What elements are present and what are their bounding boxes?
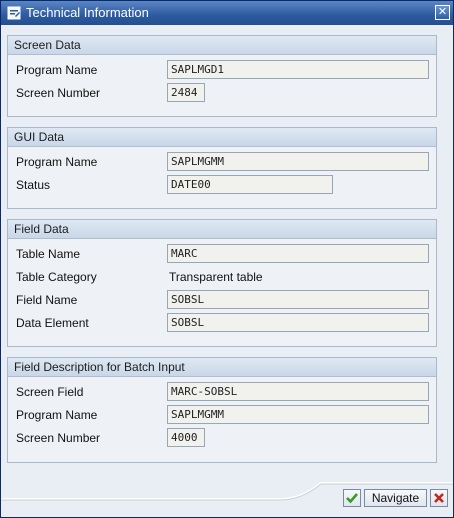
row-table-category: Table Category Transparent table (16, 267, 428, 287)
field-name-field[interactable]: SOBSL (167, 290, 429, 309)
window-info-icon (7, 6, 21, 20)
program-name-label: Program Name (16, 63, 98, 77)
screen-number-field[interactable]: 4000 (167, 428, 205, 447)
table-category-label: Table Category (16, 270, 97, 284)
row-status: Status DATE00 (16, 175, 428, 195)
group-title: GUI Data (8, 128, 436, 147)
data-element-field[interactable]: SOBSL (167, 313, 429, 332)
row-program-name: Program Name SAPLMGMM (16, 152, 429, 172)
program-name-label: Program Name (16, 155, 98, 169)
group-title: Field Description for Batch Input (8, 358, 436, 377)
cancel-x-icon (434, 493, 444, 503)
status-label: Status (16, 178, 51, 192)
row-data-element: Data Element SOBSL (16, 313, 429, 333)
screen-field-field[interactable]: MARC-SOBSL (167, 382, 429, 401)
row-table-name: Table Name MARC (16, 244, 429, 264)
cancel-button[interactable] (430, 489, 448, 507)
screen-field-label: Screen Field (16, 385, 84, 399)
window-title: Technical Information (26, 5, 149, 20)
table-name-field[interactable]: MARC (167, 244, 429, 263)
table-name-label: Table Name (16, 247, 81, 261)
title-bar[interactable]: Technical Information ✕ (1, 1, 453, 25)
screen-number-label: Screen Number (16, 431, 101, 445)
row-program-name: Program Name SAPLMGMM (16, 405, 429, 425)
row-screen-number: Screen Number 4000 (16, 428, 428, 448)
program-name-field[interactable]: SAPLMGMM (167, 405, 429, 424)
row-field-name: Field Name SOBSL (16, 290, 429, 310)
program-name-field[interactable]: SAPLMGD1 (167, 60, 429, 79)
row-program-name: Program Name SAPLMGD1 (16, 60, 429, 80)
program-name-label: Program Name (16, 408, 98, 422)
program-name-field[interactable]: SAPLMGMM (167, 152, 429, 171)
data-element-label: Data Element (16, 316, 89, 330)
group-field-data: Field Data Table Name MARC Table Categor… (7, 219, 437, 347)
screen-number-field[interactable]: 2484 (167, 83, 205, 102)
dialog-footer: Navigate (1, 481, 453, 517)
group-title: Field Data (8, 220, 436, 239)
row-screen-number: Screen Number 2484 (16, 83, 428, 103)
table-category-value: Transparent table (169, 270, 263, 284)
field-name-label: Field Name (16, 293, 78, 307)
close-button[interactable]: ✕ (435, 5, 450, 20)
screen-number-label: Screen Number (16, 86, 101, 100)
group-title: Screen Data (8, 36, 436, 55)
ok-button[interactable] (343, 489, 361, 507)
navigate-button[interactable]: Navigate (364, 489, 427, 507)
group-gui-data: GUI Data Program Name SAPLMGMM Status DA… (7, 127, 437, 209)
group-batch-input: Field Description for Batch Input Screen… (7, 357, 437, 463)
technical-information-dialog: Technical Information ✕ Screen Data Prog… (0, 0, 454, 518)
status-field[interactable]: DATE00 (167, 175, 333, 194)
row-screen-field: Screen Field MARC-SOBSL (16, 382, 429, 402)
dialog-content: Screen Data Program Name SAPLMGD1 Screen… (1, 25, 453, 481)
group-screen-data: Screen Data Program Name SAPLMGD1 Screen… (7, 35, 437, 117)
close-icon: ✕ (437, 6, 448, 18)
check-icon (346, 493, 358, 504)
